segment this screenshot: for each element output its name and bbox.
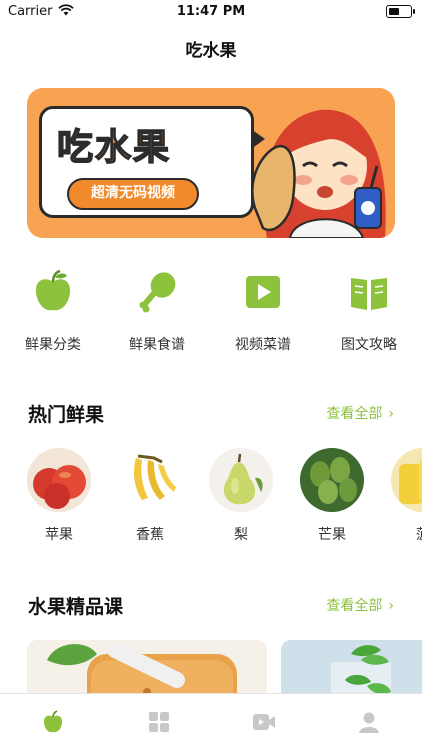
mango-photo [300, 448, 364, 512]
drumstick-icon [139, 272, 176, 313]
fruit-name: 菠 [388, 524, 422, 544]
hot-fruits-see-all-link[interactable]: 查看全部 › [326, 403, 394, 423]
fruit-item-apple[interactable]: 苹果 [24, 448, 94, 544]
jam-jar-photo [27, 640, 267, 696]
category-label: 图文攻略 [341, 337, 397, 353]
status-bar: Carrier 11:47 PM [0, 0, 422, 24]
banner-headline: 吃水果 [56, 126, 172, 169]
banana-photo [118, 448, 182, 512]
play-video-icon [246, 276, 280, 308]
category-label: 视频菜谱 [235, 337, 291, 353]
category-fruit-recipes[interactable]: 鲜果食谱 [112, 270, 202, 354]
chevron-right-icon: › [388, 406, 394, 422]
fruit-name: 香蕉 [136, 527, 164, 543]
course-list [0, 640, 422, 696]
fruit-item-banana[interactable]: 香蕉 [115, 448, 185, 544]
cartoon-girl-illustration [251, 109, 386, 238]
section-title: 水果精品课 [28, 596, 124, 618]
course-card[interactable] [27, 640, 267, 696]
battery-icon [386, 5, 415, 18]
see-all-label: 查看全部 [326, 598, 383, 614]
fruit-item-mango[interactable]: 芒果 [297, 448, 367, 544]
section-title: 热门鲜果 [28, 404, 105, 426]
video-tab-icon[interactable] [252, 710, 276, 734]
category-video-recipes[interactable]: 视频菜谱 [218, 270, 308, 354]
apple-tab-icon[interactable] [41, 710, 65, 734]
pear-photo [209, 448, 273, 512]
chevron-right-icon: › [388, 598, 394, 614]
open-book-icon [351, 278, 387, 310]
fruit-item-pineapple[interactable]: 菠 [388, 448, 422, 544]
category-guides[interactable]: 图文攻略 [324, 270, 414, 354]
fruit-item-pear[interactable]: 梨 [206, 448, 276, 544]
pineapple-photo [391, 448, 422, 512]
courses-header: 水果精品课 查看全部 › [28, 592, 394, 618]
courses-see-all-link[interactable]: 查看全部 › [326, 595, 394, 615]
fruit-name: 芒果 [318, 527, 346, 543]
apple-photo [27, 448, 91, 512]
clock: 11:47 PM [176, 4, 246, 19]
fruit-name: 苹果 [45, 527, 73, 543]
hot-fruits-list: 苹果 香蕉 梨 芒果 [0, 448, 422, 548]
see-all-label: 查看全部 [326, 406, 383, 422]
grid-tab-icon[interactable] [147, 710, 171, 734]
hot-fruits-header: 热门鲜果 查看全部 › [28, 400, 394, 426]
banner-pill: 超清无码视频 [67, 178, 199, 210]
page-title: 吃水果 [185, 41, 237, 61]
course-card[interactable] [281, 640, 422, 696]
apple-icon [35, 270, 71, 311]
profile-tab-icon[interactable] [357, 710, 381, 734]
fruit-name: 梨 [234, 527, 248, 543]
category-fresh-fruit[interactable]: 鲜果分类 [8, 270, 98, 354]
category-grid: 鲜果分类 鲜果食谱 视频菜谱 图文攻略 [0, 270, 422, 360]
category-label: 鲜果分类 [25, 337, 81, 353]
tab-bar [0, 693, 422, 750]
promo-banner[interactable]: 吃水果 超清无码视频 [27, 88, 395, 238]
category-label: 鲜果食谱 [129, 337, 185, 353]
mint-drink-photo [281, 640, 422, 696]
